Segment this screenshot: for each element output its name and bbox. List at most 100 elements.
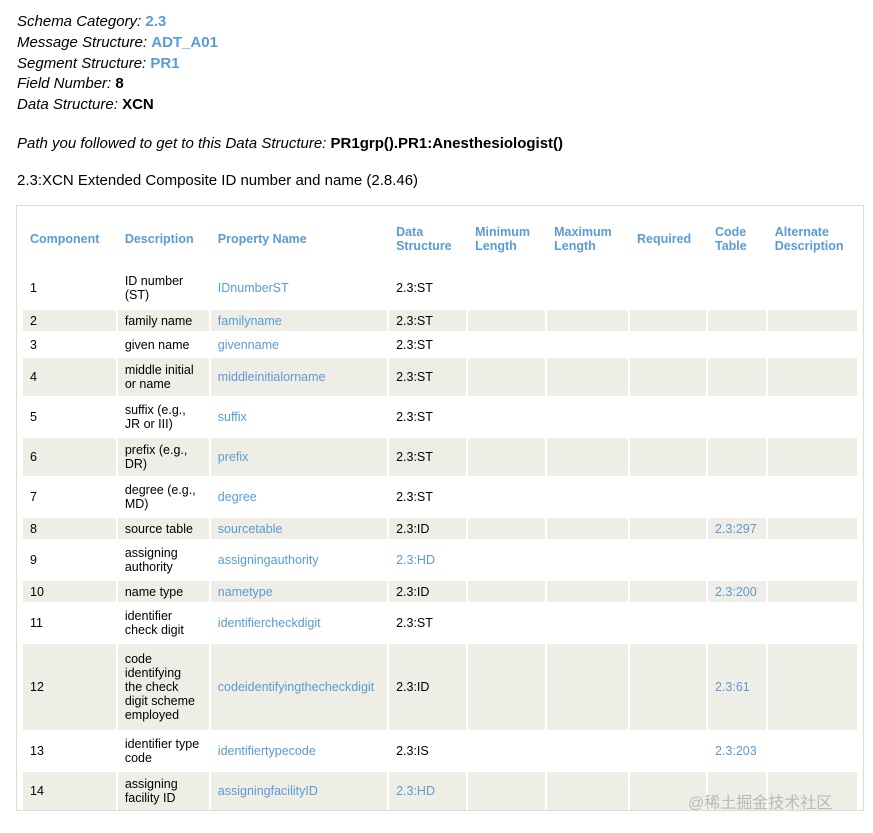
cell-alternate-description bbox=[767, 541, 857, 579]
cell-code-table bbox=[707, 333, 766, 356]
cell-code-table: 2.3:297 bbox=[707, 518, 766, 539]
cell-property-name: sourcetable bbox=[210, 518, 388, 539]
cell-code-table bbox=[707, 310, 766, 331]
cell-property-name-link[interactable]: sourcetable bbox=[218, 522, 283, 536]
cell-data-structure: 2.3:HD bbox=[389, 772, 467, 810]
table-row: 11 identifier check digit identifiercheckd… bbox=[23, 604, 857, 642]
header-component: Component bbox=[23, 212, 116, 266]
cell-required bbox=[629, 398, 706, 436]
cell-component-text: 2 bbox=[30, 313, 37, 328]
cell-component: 9 bbox=[23, 541, 116, 579]
message-structure-link[interactable]: ADT_A01 bbox=[151, 34, 218, 51]
cell-code-table bbox=[707, 268, 766, 308]
data-structure-line: Data Structure: XCN bbox=[17, 95, 218, 116]
cell-code-table-link[interactable]: 2.3:61 bbox=[715, 680, 750, 694]
cell-minimum-length bbox=[468, 604, 546, 642]
cell-property-name-link[interactable]: identifiertypecode bbox=[218, 744, 316, 758]
cell-property-name-link[interactable]: givenname bbox=[218, 338, 279, 352]
cell-data-structure-text: 2.3:ST bbox=[396, 313, 433, 328]
cell-maximum-length bbox=[547, 772, 628, 810]
cell-property-name: assigningfacilityID bbox=[210, 772, 388, 810]
cell-property-name-link[interactable]: codeidentifyingthecheckdigit bbox=[218, 680, 374, 694]
cell-data-structure-text: 2.3:ST bbox=[396, 337, 433, 352]
cell-maximum-length bbox=[547, 333, 628, 356]
cell-code-table-link[interactable]: 2.3:297 bbox=[715, 522, 757, 536]
cell-code-table-link[interactable]: 2.3:203 bbox=[715, 744, 757, 758]
components-table: Component Description Property Name Data… bbox=[21, 210, 859, 812]
cell-maximum-length bbox=[547, 398, 628, 436]
cell-component: 2 bbox=[23, 310, 116, 331]
cell-alternate-description bbox=[767, 478, 857, 516]
cell-data-structure: 2.3:IS bbox=[389, 732, 467, 770]
cell-component-text: 13 bbox=[30, 744, 44, 758]
cell-alternate-description bbox=[767, 358, 857, 396]
cell-property-name: nametype bbox=[210, 581, 388, 602]
cell-component: 14 bbox=[23, 772, 116, 810]
cell-alternate-description bbox=[767, 518, 857, 539]
schema-category-link[interactable]: 2.3 bbox=[145, 13, 166, 30]
cell-description-text: code identifying the check digit scheme … bbox=[124, 652, 196, 722]
cell-data-structure: 2.3:ST bbox=[389, 604, 467, 642]
cell-maximum-length bbox=[547, 478, 628, 516]
cell-required bbox=[629, 268, 706, 308]
cell-property-name-link[interactable]: IDnumberST bbox=[218, 281, 289, 295]
cell-data-structure-link[interactable]: 2.3:HD bbox=[396, 784, 435, 798]
cell-alternate-description bbox=[767, 644, 857, 730]
cell-maximum-length bbox=[547, 732, 628, 770]
cell-property-name-link[interactable]: degree bbox=[218, 490, 257, 504]
cell-data-structure-text: 2.3:ID bbox=[396, 680, 430, 694]
cell-property-name-link[interactable]: suffix bbox=[218, 410, 247, 424]
table-row: 5 suffix (e.g., JR or III) suffix 2.3:ST bbox=[23, 398, 857, 436]
cell-property-name-link[interactable]: assigningauthority bbox=[218, 553, 319, 567]
cell-description: family name bbox=[117, 310, 209, 331]
cell-required bbox=[629, 333, 706, 356]
cell-minimum-length bbox=[468, 268, 546, 308]
table-row: 6 prefix (e.g., DR) prefix 2.3:ST bbox=[23, 438, 857, 476]
cell-property-name-link[interactable]: identifiercheckdigit bbox=[218, 616, 321, 630]
cell-property-name-link[interactable]: assigningfacilityID bbox=[218, 784, 318, 798]
cell-data-structure-text: 2.3:ID bbox=[396, 584, 430, 599]
cell-description-text: identifier check digit bbox=[124, 609, 184, 637]
cell-minimum-length bbox=[468, 310, 546, 331]
cell-description-text: prefix (e.g., DR) bbox=[124, 443, 188, 471]
cell-minimum-length bbox=[468, 581, 546, 602]
cell-property-name-link[interactable]: familyname bbox=[218, 314, 282, 328]
cell-required bbox=[629, 438, 706, 476]
cell-property-name-link[interactable]: nametype bbox=[218, 585, 273, 599]
field-number-label: Field Number: bbox=[17, 75, 112, 93]
cell-code-table bbox=[707, 541, 766, 579]
cell-description: given name bbox=[117, 333, 209, 356]
table-header-row: Component Description Property Name Data… bbox=[23, 212, 857, 266]
cell-component-text: 11 bbox=[30, 616, 43, 630]
field-number-value: 8 bbox=[115, 75, 124, 93]
cell-data-structure: 2.3:ST bbox=[389, 478, 467, 516]
cell-description-text: degree (e.g., MD) bbox=[124, 483, 196, 511]
segment-structure-label: Segment Structure: bbox=[17, 54, 147, 72]
cell-minimum-length bbox=[468, 333, 546, 356]
cell-description: name type bbox=[117, 581, 209, 602]
cell-property-name-link[interactable]: middleinitialorname bbox=[218, 370, 326, 384]
cell-property-name-link[interactable]: prefix bbox=[218, 450, 249, 464]
cell-data-structure: 2.3:ID bbox=[389, 581, 467, 602]
cell-data-structure-text: 2.3:ST bbox=[396, 616, 433, 630]
cell-property-name: givenname bbox=[210, 333, 388, 356]
cell-data-structure-text: 2.3:IS bbox=[396, 744, 429, 758]
metadata-block: Schema Category: 2.3 Message Structure: … bbox=[17, 12, 218, 116]
cell-property-name: identifiertypecode bbox=[210, 732, 388, 770]
cell-component-text: 5 bbox=[30, 410, 37, 424]
cell-minimum-length bbox=[468, 541, 546, 579]
table-row: 3 given name givenname 2.3:ST bbox=[23, 333, 857, 356]
header-required: Required bbox=[629, 212, 706, 266]
cell-description-text: identifier type code bbox=[124, 737, 200, 765]
table-row: 10 name type nametype 2.3:ID 2.3:200 bbox=[23, 581, 857, 602]
data-structure-title: 2.3:XCN Extended Composite ID number and… bbox=[17, 172, 419, 189]
cell-data-structure-link[interactable]: 2.3:HD bbox=[396, 553, 435, 567]
cell-code-table-link[interactable]: 2.3:200 bbox=[715, 585, 757, 599]
cell-data-structure: 2.3:ID bbox=[389, 518, 467, 539]
path-label: Path you followed to get to this Data St… bbox=[17, 135, 327, 152]
cell-alternate-description bbox=[767, 310, 857, 331]
cell-description: assigning facility ID bbox=[117, 772, 209, 810]
table-row: 1 ID number (ST) IDnumberST 2.3:ST bbox=[23, 268, 857, 308]
cell-data-structure: 2.3:HD bbox=[389, 541, 467, 579]
segment-structure-link[interactable]: PR1 bbox=[150, 55, 179, 72]
